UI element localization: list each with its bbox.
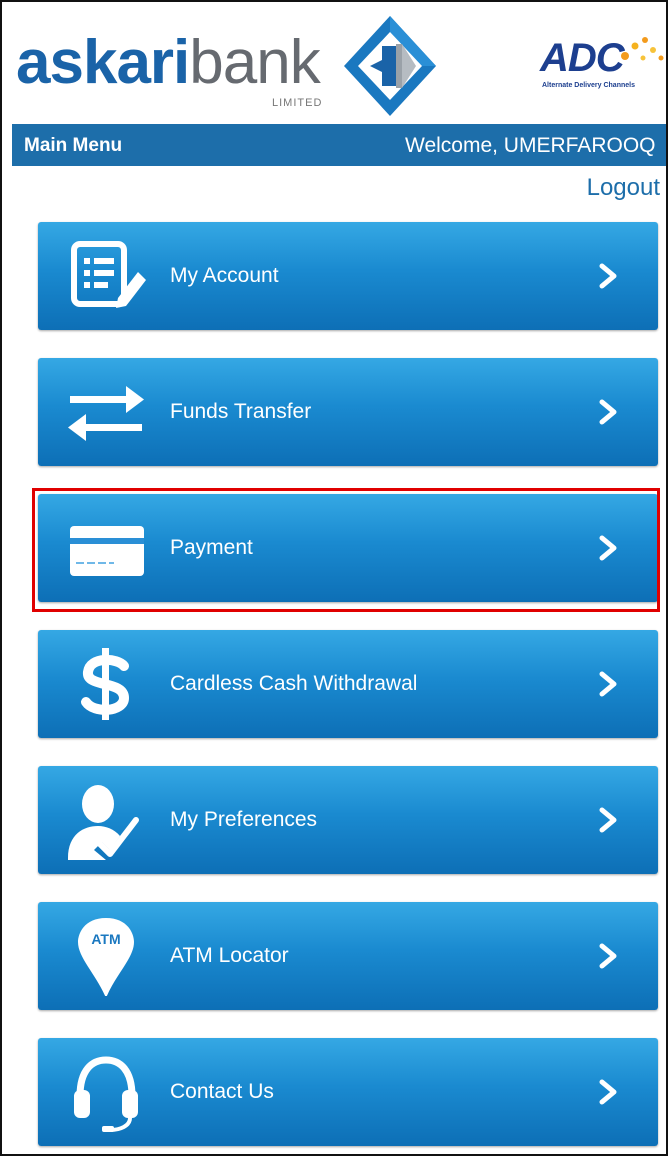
atm-pin-icon: ATM xyxy=(78,918,134,996)
chevron-right-icon xyxy=(599,399,617,425)
header: askaribank LIMITED ADC Alternate Deliver… xyxy=(2,2,666,124)
atm-pin-text: ATM xyxy=(91,931,120,947)
askari-diamond-logo-icon xyxy=(344,16,436,116)
chevron-right-icon xyxy=(599,535,617,561)
logo-bank-text: bank xyxy=(189,28,320,97)
chevron-right-icon xyxy=(599,943,617,969)
chevron-right-icon xyxy=(599,1079,617,1105)
menu-item-atm-locator[interactable]: ATM ATM Locator xyxy=(38,902,658,1010)
chevron-right-icon xyxy=(599,671,617,697)
askari-bank-logo: askaribank xyxy=(16,28,321,98)
welcome-text: Welcome, UMERFAROOQ xyxy=(405,134,656,157)
chevron-right-icon xyxy=(599,807,617,833)
menu-label-payment: Payment xyxy=(170,536,253,559)
main-menu-title: Main Menu xyxy=(24,135,123,156)
menu-item-my-preferences[interactable]: My Preferences xyxy=(38,766,658,874)
adc-dots-icon xyxy=(621,37,664,61)
menu-label-cardless-cash-withdrawal: Cardless Cash Withdrawal xyxy=(170,672,418,695)
logo-limited-text: LIMITED xyxy=(272,97,323,109)
transfer-arrows-icon xyxy=(68,386,144,441)
dollar-icon xyxy=(81,648,130,720)
user-check-icon xyxy=(68,785,139,860)
menu-label-funds-transfer: Funds Transfer xyxy=(170,400,312,423)
menu-item-payment[interactable]: Payment xyxy=(38,494,658,602)
menu-label-atm-locator: ATM Locator xyxy=(170,944,289,967)
adc-logo: ADC Alternate Delivery Channels xyxy=(527,34,666,94)
logout-link[interactable]: Logout xyxy=(587,174,660,202)
menu-item-cardless-cash-withdrawal[interactable]: Cardless Cash Withdrawal xyxy=(38,630,658,738)
menu-label-my-preferences: My Preferences xyxy=(170,808,318,831)
credit-card-icon xyxy=(70,526,144,576)
app-frame: askaribank LIMITED ADC Alternate Deliver… xyxy=(0,0,668,1156)
logo-askari-text: askari xyxy=(16,28,190,97)
account-statement-icon xyxy=(71,241,146,308)
headset-icon xyxy=(74,1056,138,1132)
menu-item-my-account[interactable]: My Account xyxy=(38,222,658,330)
adc-tagline: Alternate Delivery Channels xyxy=(542,82,635,89)
menu-label-my-account: My Account xyxy=(170,264,279,287)
menu-item-contact-us[interactable]: Contact Us xyxy=(38,1038,658,1146)
menu-item-funds-transfer[interactable]: Funds Transfer xyxy=(38,358,658,466)
main-menu-bar: Main Menu Welcome, UMERFAROOQ xyxy=(12,124,666,166)
adc-logo-text: ADC xyxy=(540,36,625,80)
chevron-right-icon xyxy=(599,263,617,289)
menu-label-contact-us: Contact Us xyxy=(170,1080,274,1103)
